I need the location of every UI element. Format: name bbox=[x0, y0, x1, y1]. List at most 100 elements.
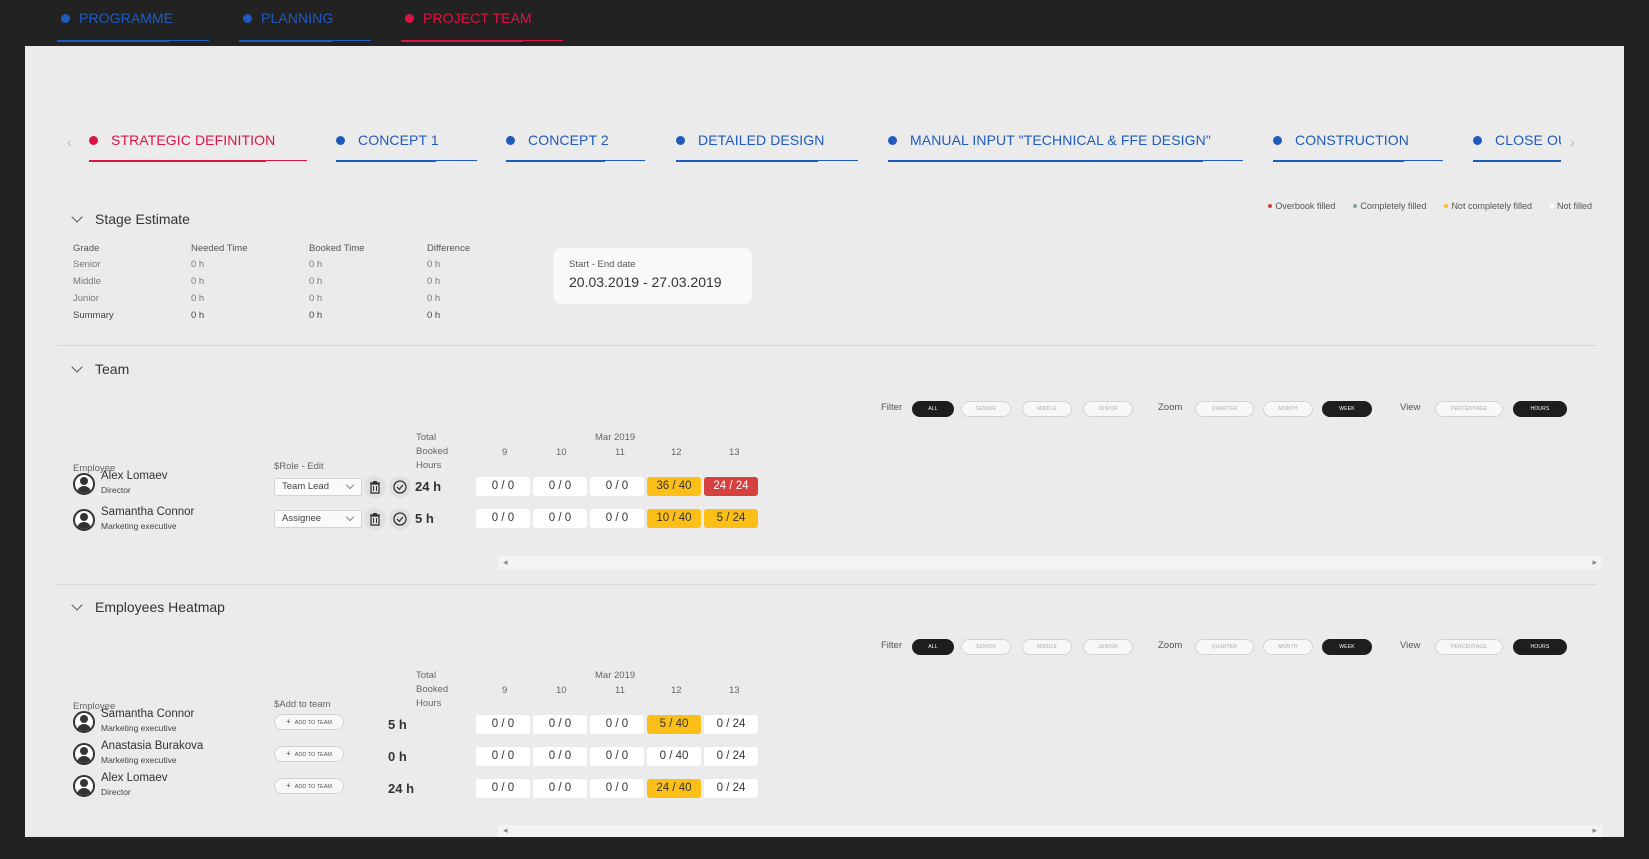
week-cell[interactable]: 0 / 0 bbox=[590, 779, 644, 798]
week-cell[interactable]: 5 / 40 bbox=[647, 715, 701, 734]
week-cell[interactable]: 0 / 0 bbox=[533, 477, 587, 496]
top-navigation: PROGRAMME PLANNING PROJECT TEAM bbox=[0, 0, 1649, 46]
stage-tab-strategic-definition[interactable]: STRATEGIC DEFINITION bbox=[89, 124, 307, 164]
role-select-value: Team Lead bbox=[282, 481, 330, 492]
employee-name: Alex Lomaev bbox=[101, 470, 168, 482]
zoom-week-pill[interactable]: WEEK bbox=[1322, 639, 1372, 655]
header-booked: Booked Time bbox=[309, 243, 365, 254]
week-cell[interactable]: 0 / 0 bbox=[590, 747, 644, 766]
scroll-right-icon[interactable]: ▸ bbox=[1592, 825, 1597, 836]
stage-progress bbox=[1473, 160, 1561, 162]
section-title: Stage Estimate bbox=[95, 211, 190, 227]
scroll-right-icon[interactable]: ▸ bbox=[1592, 557, 1597, 568]
heatmap-horizontal-scrollbar[interactable]: ◂ ▸ bbox=[498, 825, 1602, 837]
plus-icon: + bbox=[286, 717, 291, 726]
week-cell[interactable]: 5 / 24 bbox=[704, 509, 758, 528]
week-cell[interactable]: 0 / 0 bbox=[590, 509, 644, 528]
filter-senior-pill[interactable]: SENIOR bbox=[961, 401, 1011, 417]
stage-estimate-toggle[interactable]: Stage Estimate bbox=[71, 211, 190, 227]
stage-tab-construction[interactable]: CONSTRUCTION bbox=[1273, 124, 1443, 164]
stage-tab-concept-2[interactable]: CONCEPT 2 bbox=[506, 124, 645, 164]
week-cell[interactable]: 0 / 0 bbox=[476, 715, 530, 734]
topnav-programme[interactable]: PROGRAMME bbox=[57, 0, 209, 46]
filter-all-pill[interactable]: ALL bbox=[912, 639, 954, 655]
stage-tab-detailed-design[interactable]: DETAILED DESIGN bbox=[676, 124, 858, 164]
week-cell[interactable]: 0 / 24 bbox=[704, 715, 758, 734]
filter-middle-pill[interactable]: MIDDLE bbox=[1022, 401, 1072, 417]
filter-middle-pill[interactable]: MIDDLE bbox=[1022, 639, 1072, 655]
filter-junior-pill[interactable]: JUNIOR bbox=[1083, 639, 1133, 655]
zoom-month-pill[interactable]: MONTH bbox=[1263, 639, 1313, 655]
scroll-left-icon[interactable]: ◂ bbox=[503, 557, 508, 568]
stage-tab-close-out[interactable]: CLOSE OU bbox=[1473, 124, 1561, 164]
plus-icon: + bbox=[286, 749, 291, 758]
legend-item-empty: Not filled bbox=[1549, 201, 1592, 211]
chevron-down-icon bbox=[71, 361, 83, 373]
add-to-team-button[interactable]: + ADD TO TEAM bbox=[274, 746, 344, 762]
week-cell[interactable]: 0 / 24 bbox=[704, 747, 758, 766]
legend-label: Completely filled bbox=[1360, 201, 1427, 211]
add-button-label: ADD TO TEAM bbox=[294, 752, 332, 758]
view-hours-pill[interactable]: HOURS bbox=[1513, 639, 1567, 655]
add-button-label: ADD TO TEAM bbox=[294, 784, 332, 790]
topnav-planning[interactable]: PLANNING bbox=[239, 0, 371, 46]
week-cell[interactable]: 0 / 0 bbox=[476, 747, 530, 766]
team-toggle[interactable]: Team bbox=[71, 361, 129, 377]
week-cell[interactable]: 0 / 0 bbox=[533, 509, 587, 528]
avatar-icon bbox=[73, 711, 95, 733]
date-card-title: Start - End date bbox=[569, 259, 636, 270]
chevron-right-icon[interactable]: › bbox=[1570, 134, 1575, 150]
stage-tab-label: CONSTRUCTION bbox=[1295, 132, 1409, 148]
zoom-week-pill[interactable]: WEEK bbox=[1322, 401, 1372, 417]
week-cell[interactable]: 0 / 0 bbox=[590, 715, 644, 734]
week-cell[interactable]: 0 / 0 bbox=[533, 779, 587, 798]
employee-role: Director bbox=[101, 787, 131, 797]
week-cell[interactable]: 0 / 0 bbox=[533, 715, 587, 734]
confirm-button[interactable] bbox=[389, 508, 411, 530]
scroll-left-icon[interactable]: ◂ bbox=[503, 825, 508, 836]
status-dot-icon bbox=[676, 136, 685, 145]
topnav-progress bbox=[239, 40, 332, 42]
topnav-label: PROGRAMME bbox=[79, 10, 174, 26]
filter-all-pill[interactable]: ALL bbox=[912, 401, 954, 417]
total-hours: 24 h bbox=[415, 479, 442, 494]
view-percentage-pill[interactable]: PERCENTAGE bbox=[1435, 401, 1503, 417]
zoom-month-pill[interactable]: MONTH bbox=[1263, 401, 1313, 417]
week-cell[interactable]: 0 / 0 bbox=[590, 477, 644, 496]
month-label: Mar 2019 bbox=[595, 670, 636, 681]
add-to-team-button[interactable]: + ADD TO TEAM bbox=[274, 778, 344, 794]
status-dot-icon bbox=[89, 136, 98, 145]
stage-tab-manual-input[interactable]: MANUAL INPUT "TECHNICAL & FFE DESIGN" bbox=[888, 124, 1243, 164]
week-cell[interactable]: 36 / 40 bbox=[647, 477, 701, 496]
week-cell[interactable]: 24 / 40 bbox=[647, 779, 701, 798]
week-cell[interactable]: 24 / 24 bbox=[704, 477, 758, 496]
stage-tab-label: MANUAL INPUT "TECHNICAL & FFE DESIGN" bbox=[910, 132, 1211, 148]
confirm-button[interactable] bbox=[389, 476, 411, 498]
week-cell[interactable]: 0 / 24 bbox=[704, 779, 758, 798]
filter-junior-pill[interactable]: JUNIOR bbox=[1083, 401, 1133, 417]
red-dot-icon bbox=[1268, 203, 1273, 208]
week-cell[interactable]: 0 / 0 bbox=[476, 477, 530, 496]
role-select[interactable]: Assignee bbox=[274, 510, 362, 528]
filter-senior-pill[interactable]: SENIOR bbox=[961, 639, 1011, 655]
chevron-left-icon[interactable]: ‹ bbox=[67, 134, 72, 150]
view-hours-pill[interactable]: HOURS bbox=[1513, 401, 1567, 417]
topnav-project-team[interactable]: PROJECT TEAM bbox=[401, 0, 563, 46]
delete-button[interactable] bbox=[364, 476, 386, 498]
zoom-quarter-pill[interactable]: QUARTER bbox=[1195, 401, 1254, 417]
stage-tab-concept-1[interactable]: CONCEPT 1 bbox=[336, 124, 477, 164]
zoom-quarter-pill[interactable]: QUARTER bbox=[1195, 639, 1254, 655]
role-select[interactable]: Team Lead bbox=[274, 478, 362, 496]
legend-item-complete: Completely filled bbox=[1353, 201, 1426, 211]
week-cell[interactable]: 0 / 0 bbox=[476, 779, 530, 798]
week-cell[interactable]: 0 / 0 bbox=[533, 747, 587, 766]
week-cell[interactable]: 0 / 0 bbox=[476, 509, 530, 528]
view-percentage-pill[interactable]: PERCENTAGE bbox=[1435, 639, 1503, 655]
heatmap-toggle[interactable]: Employees Heatmap bbox=[71, 599, 225, 615]
team-horizontal-scrollbar[interactable]: ◂ ▸ bbox=[498, 556, 1602, 570]
delete-button[interactable] bbox=[364, 508, 386, 530]
date-range-card[interactable]: Start - End date 20.03.2019 - 27.03.2019 bbox=[553, 248, 752, 304]
week-cell[interactable]: 10 / 40 bbox=[647, 509, 701, 528]
week-cell[interactable]: 0 / 40 bbox=[647, 747, 701, 766]
add-to-team-button[interactable]: + ADD TO TEAM bbox=[274, 714, 344, 730]
